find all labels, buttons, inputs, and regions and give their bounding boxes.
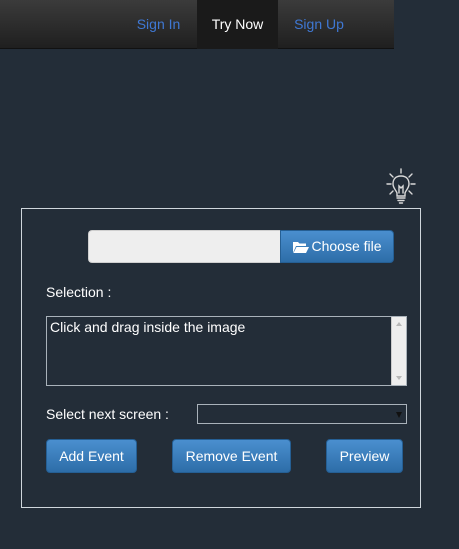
selection-placeholder: Click and drag inside the image: [50, 319, 246, 335]
choose-file-button[interactable]: Choose file: [280, 230, 394, 263]
next-screen-label: Select next screen :: [46, 406, 169, 422]
top-navbar: Sign In Try Now Sign Up: [0, 0, 394, 49]
add-event-button[interactable]: Add Event: [46, 439, 137, 473]
next-screen-select[interactable]: [197, 404, 407, 424]
chevron-down-icon: [396, 412, 402, 418]
preview-button[interactable]: Preview: [326, 439, 403, 473]
nav-sign-up-link[interactable]: Sign Up: [278, 0, 360, 49]
choose-file-label: Choose file: [311, 238, 382, 254]
selection-label: Selection :: [46, 284, 112, 300]
scroll-up-icon[interactable]: [396, 322, 402, 326]
file-path-field[interactable]: [88, 230, 280, 263]
nav-try-now-tab[interactable]: Try Now: [197, 0, 278, 49]
folder-open-icon: [293, 242, 310, 253]
lightbulb-icon[interactable]: [384, 167, 418, 207]
selection-textarea[interactable]: Click and drag inside the image: [46, 316, 407, 386]
nav-sign-in-link[interactable]: Sign In: [120, 0, 197, 49]
textarea-scrollbar[interactable]: [391, 317, 406, 385]
scroll-down-icon[interactable]: [396, 376, 402, 380]
remove-event-button[interactable]: Remove Event: [172, 439, 291, 473]
event-editor-panel: Choose file Selection : Click and drag i…: [21, 208, 421, 508]
